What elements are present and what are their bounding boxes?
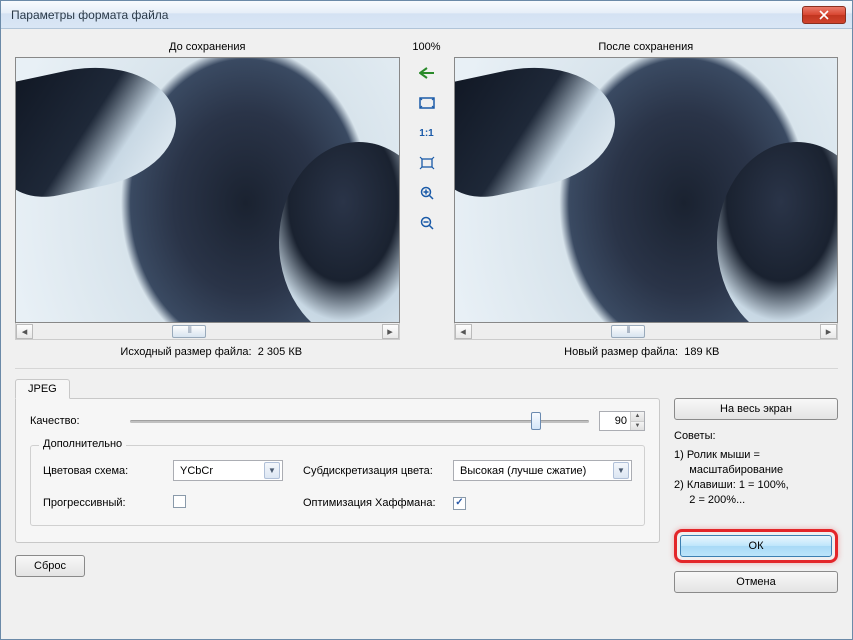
before-label: До сохранения bbox=[15, 39, 400, 57]
chevron-down-icon: ▼ bbox=[264, 462, 280, 479]
quality-label: Качество: bbox=[30, 415, 120, 427]
color-scheme-combo[interactable]: YCbCr ▼ bbox=[173, 460, 283, 481]
quality-slider[interactable] bbox=[130, 411, 589, 431]
ok-highlight: ОК bbox=[674, 529, 838, 563]
preview-image-after bbox=[455, 58, 838, 322]
reset-button[interactable]: Сброс bbox=[15, 555, 85, 577]
scroll-track[interactable] bbox=[472, 324, 821, 339]
subsample-label: Субдискретизация цвета: bbox=[303, 465, 453, 477]
subsample-combo[interactable]: Высокая (лучше сжатие) ▼ bbox=[453, 460, 632, 481]
advanced-legend: Дополнительно bbox=[39, 438, 126, 450]
scroll-left-icon[interactable]: ◂ bbox=[16, 324, 33, 339]
scrollbar-after[interactable]: ◂ ▸ bbox=[454, 323, 839, 340]
window-title: Параметры формата файла bbox=[7, 8, 802, 22]
scroll-thumb[interactable] bbox=[172, 325, 206, 338]
original-size-text: Исходный размер файла: 2 305 КВ bbox=[19, 346, 404, 358]
close-button[interactable] bbox=[802, 6, 846, 24]
huffman-checkbox[interactable] bbox=[453, 497, 466, 510]
quality-spinner[interactable]: ▲ ▼ bbox=[599, 411, 645, 431]
after-label: После сохранения bbox=[454, 39, 839, 57]
new-size-text: Новый размер файла: 189 КВ bbox=[450, 346, 835, 358]
back-arrow-icon[interactable] bbox=[417, 63, 437, 83]
huffman-label: Оптимизация Хаффмана: bbox=[303, 497, 453, 509]
scroll-thumb[interactable] bbox=[611, 325, 645, 338]
zoom-out-icon[interactable] bbox=[417, 213, 437, 233]
tips-label: Советы: bbox=[674, 430, 838, 442]
divider bbox=[15, 368, 838, 370]
preview-image-before bbox=[16, 58, 399, 322]
one-to-one-icon[interactable]: 1:1 bbox=[417, 123, 437, 143]
spin-down-icon[interactable]: ▼ bbox=[630, 422, 644, 431]
close-icon bbox=[819, 10, 829, 20]
tips-text: 1) Ролик мыши = масштабирование 2) Клави… bbox=[674, 448, 838, 507]
advanced-fieldset: Дополнительно Цветовая схема: YCbCr ▼ Су… bbox=[30, 445, 645, 526]
spin-up-icon[interactable]: ▲ bbox=[630, 412, 644, 422]
ok-button[interactable]: ОК bbox=[680, 535, 832, 557]
slider-thumb[interactable] bbox=[531, 412, 541, 430]
tab-jpeg[interactable]: JPEG bbox=[15, 379, 70, 399]
fullscreen-zoom-icon[interactable] bbox=[417, 153, 437, 173]
scroll-right-icon[interactable]: ▸ bbox=[820, 324, 837, 339]
scroll-track[interactable] bbox=[33, 324, 382, 339]
quality-input[interactable] bbox=[600, 412, 630, 430]
progressive-checkbox[interactable] bbox=[173, 495, 186, 508]
progressive-label: Прогрессивный: bbox=[43, 497, 173, 509]
zoom-in-icon[interactable] bbox=[417, 183, 437, 203]
scrollbar-before[interactable]: ◂ ▸ bbox=[15, 323, 400, 340]
preview-after[interactable] bbox=[454, 57, 839, 323]
fit-screen-icon[interactable] bbox=[417, 93, 437, 113]
jpeg-tab-panel: JPEG Качество: ▲ ▼ bbox=[15, 398, 660, 543]
color-scheme-label: Цветовая схема: bbox=[43, 465, 173, 477]
dialog-window: Параметры формата файла До сохранения ◂ … bbox=[0, 0, 853, 640]
zoom-percent: 100% bbox=[404, 39, 450, 57]
preview-before[interactable] bbox=[15, 57, 400, 323]
scroll-left-icon[interactable]: ◂ bbox=[455, 324, 472, 339]
titlebar: Параметры формата файла bbox=[1, 1, 852, 29]
chevron-down-icon: ▼ bbox=[613, 462, 629, 479]
scroll-right-icon[interactable]: ▸ bbox=[382, 324, 399, 339]
cancel-button[interactable]: Отмена bbox=[674, 571, 838, 593]
fullscreen-button[interactable]: На весь экран bbox=[674, 398, 838, 420]
